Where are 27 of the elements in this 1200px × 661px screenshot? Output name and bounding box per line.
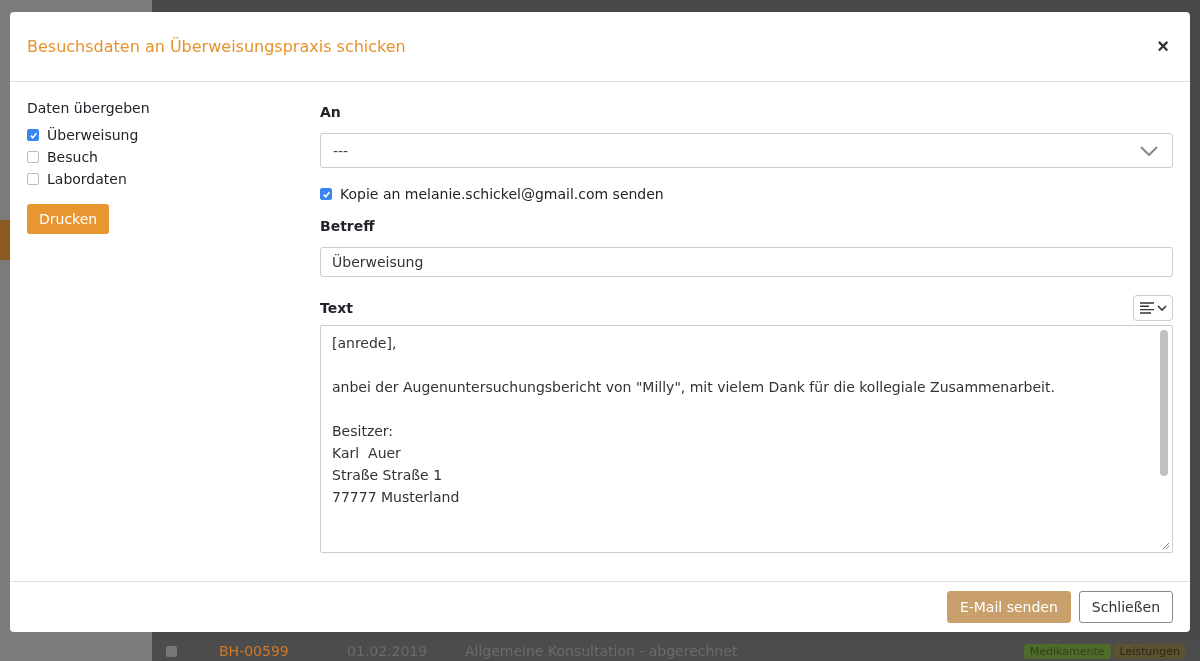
row-checkbox[interactable] [166, 645, 177, 657]
chevron-down-icon [1140, 145, 1158, 156]
checkbox[interactable] [27, 129, 39, 141]
checkbox[interactable] [27, 151, 39, 163]
field-label: An [320, 104, 342, 120]
checkbox[interactable] [27, 173, 39, 185]
checkbox-label: Besuch [47, 149, 98, 165]
close-button[interactable]: × [1153, 35, 1173, 58]
resize-grip-icon[interactable] [1162, 542, 1170, 550]
recipient-select[interactable]: --- [320, 133, 1173, 168]
caret-icon [1156, 305, 1167, 311]
field-label: Text [320, 300, 353, 316]
dialog-title: Besuchsdaten an Überweisungspraxis schicken [27, 37, 406, 56]
checkbox[interactable] [320, 188, 332, 200]
scrollbar[interactable] [1160, 330, 1168, 476]
text-field[interactable]: [anrede], anbei der Augenuntersuchungsbericht von "Milly", mit vielem Dank für die kollegiale Zusammenarbeit. Besitzer: Karl Auer Straße Straße 1 77777 Musterland [320, 325, 1173, 553]
close-dialog-button[interactable]: Schließen [1078, 591, 1173, 623]
section-heading: Daten übergeben [27, 100, 151, 116]
format-button[interactable] [1133, 295, 1173, 321]
align-left-icon [1139, 302, 1155, 314]
field-label: Betreff [320, 218, 376, 234]
checkbox-label: Überweisung [47, 127, 139, 143]
checkbox-label: Kopie an melanie.schickel@gmail.com senden [340, 186, 664, 202]
checkbox-label: Labordaten [47, 171, 127, 187]
subject-field[interactable]: Überweisung [320, 247, 1173, 277]
sidebar-highlight [0, 220, 10, 260]
record-code: BH-00599 [219, 643, 290, 659]
